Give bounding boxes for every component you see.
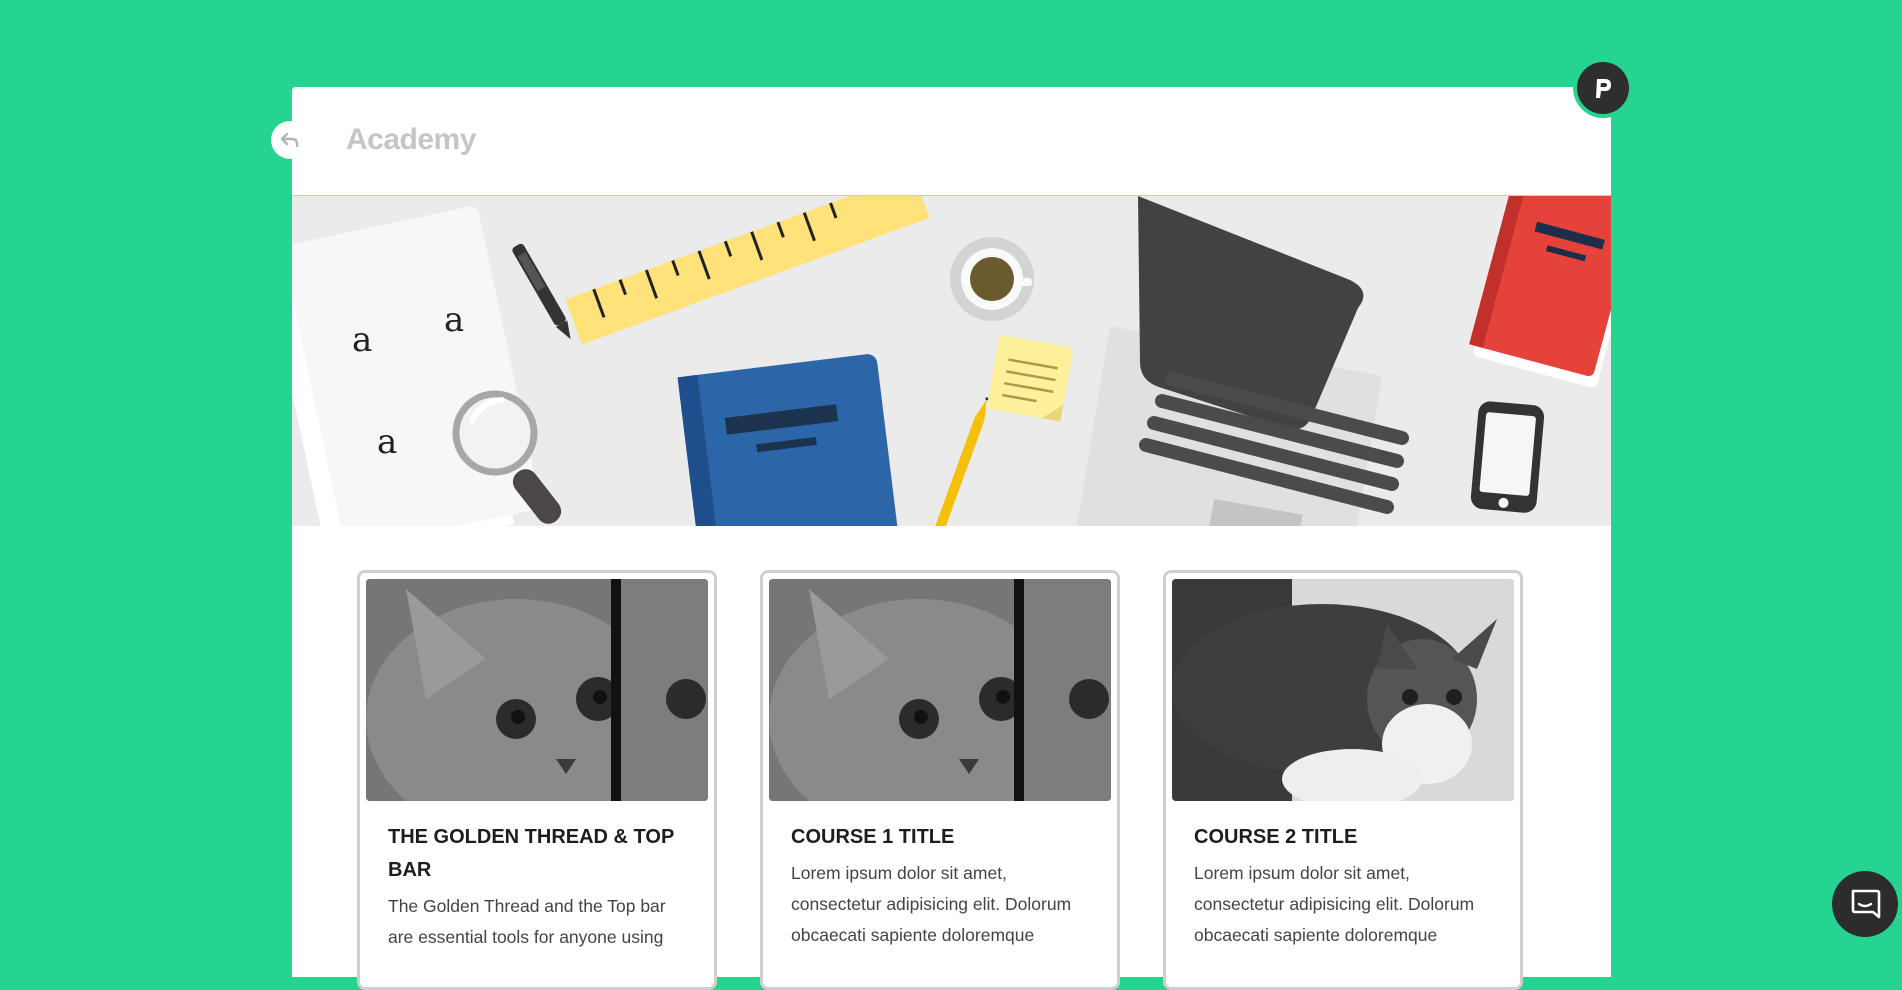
p-logo-icon [1577, 62, 1629, 114]
course-card[interactable]: COURSE 1 TITLE Lorem ipsum dolor sit ame… [760, 570, 1120, 990]
back-button[interactable] [271, 121, 309, 159]
undo-arrow-icon [280, 132, 299, 148]
chat-button[interactable] [1832, 871, 1898, 937]
sticky-note-icon [987, 335, 1073, 422]
chat-icon [1851, 889, 1881, 919]
course-thumbnail [769, 579, 1111, 801]
card-description: The Golden Thread and the Top bar are es… [388, 896, 666, 947]
paper-letter: a [377, 422, 397, 462]
card-title: THE GOLDEN THREAD & TOP BAR [388, 826, 674, 881]
card-title: COURSE 1 TITLE [791, 826, 955, 848]
course-card[interactable]: COURSE 2 TITLE Lorem ipsum dolor sit ame… [1163, 570, 1523, 990]
ruler-icon [565, 196, 930, 345]
page-title: Academy [346, 123, 476, 156]
course-card[interactable]: THE GOLDEN THREAD & TOP BAR The Golden T… [357, 570, 717, 990]
hero-banner: a a a [292, 196, 1611, 526]
p-logo-glyph [1596, 79, 1611, 98]
logo-badge[interactable] [1573, 58, 1633, 118]
pencil-icon [920, 397, 989, 526]
kitten-closeup-image [366, 579, 708, 801]
card-description: Lorem ipsum dolor sit amet, consectetur … [791, 863, 1072, 945]
laptop-icon [1076, 196, 1409, 526]
course-thumbnail [366, 579, 708, 801]
course-thumbnail [1172, 579, 1514, 801]
red-book-icon [1469, 196, 1611, 388]
phone-icon [1470, 401, 1545, 513]
desk-illustration: a a a [292, 196, 1611, 526]
card-title: COURSE 2 TITLE [1194, 826, 1358, 848]
paper-letter: a [444, 300, 464, 340]
blue-notebook-icon [677, 354, 902, 526]
panel-header: Academy [292, 87, 1611, 196]
pen-icon [512, 243, 571, 340]
paper-sheet [292, 206, 541, 526]
paper-letter: a [352, 320, 372, 360]
kitten-standing-image [1172, 579, 1514, 801]
kitten-closeup-image [769, 579, 1111, 801]
coffee-cup-icon [950, 237, 1034, 321]
course-cards: THE GOLDEN THREAD & TOP BAR The Golden T… [357, 570, 1523, 990]
card-description: Lorem ipsum dolor sit amet, consectetur … [1194, 863, 1475, 945]
